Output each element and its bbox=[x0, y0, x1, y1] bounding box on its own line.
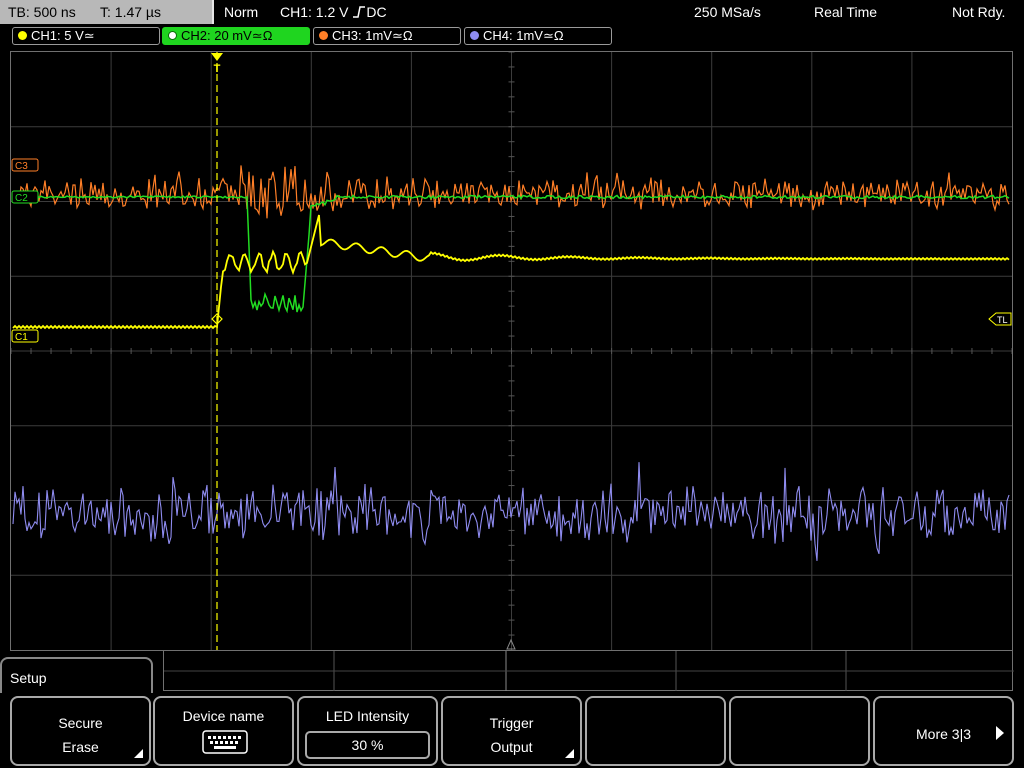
submenu-indicator-icon bbox=[565, 749, 574, 758]
trigger-source[interactable]: CH1: 1.2 V DC bbox=[280, 4, 387, 20]
ch1-offset-marker[interactable]: C1 bbox=[11, 329, 39, 343]
empty-softkey-5[interactable] bbox=[585, 696, 726, 766]
channel-tab-ch4[interactable]: CH4: 1mV≃Ω bbox=[464, 27, 612, 45]
rising-edge-icon bbox=[353, 6, 366, 18]
acquisition-state: Not Rdy. bbox=[952, 4, 1006, 20]
channel-tab-ch2[interactable]: CH2: 20 mV≃Ω bbox=[162, 27, 310, 45]
channel-tab-ch1[interactable]: CH1: 5 V≃ bbox=[12, 27, 160, 45]
ch3-offset-marker[interactable]: C3 bbox=[11, 158, 39, 172]
trigger-time-value: T: 1.47 µs bbox=[100, 4, 161, 20]
led-intensity-button[interactable]: LED Intensity 30 % bbox=[297, 696, 438, 766]
ch2-offset-marker[interactable]: C2 bbox=[11, 190, 39, 204]
ch3-color-dot bbox=[319, 31, 328, 40]
empty-softkey-6[interactable] bbox=[729, 696, 870, 766]
timebase-box[interactable]: TB: 500 ns T: 1.47 µs bbox=[0, 0, 214, 24]
svg-text:C2: C2 bbox=[15, 193, 28, 204]
svg-text:C3: C3 bbox=[15, 161, 28, 172]
acquisition-mode: Real Time bbox=[814, 4, 878, 20]
trigger-mode[interactable]: Norm bbox=[224, 4, 258, 20]
trigger-output-button[interactable]: Trigger Output bbox=[441, 696, 582, 766]
trigger-position-label: T bbox=[214, 63, 221, 75]
submenu-indicator-icon bbox=[134, 749, 143, 758]
waveform-canvas: T C3 C2 C1 TL bbox=[11, 52, 1012, 650]
more-menu-button[interactable]: More 3|3 bbox=[873, 696, 1014, 766]
zoom-grid bbox=[164, 651, 1014, 691]
svg-text:TL: TL bbox=[997, 315, 1008, 325]
channel-tab-ch3[interactable]: CH3: 1mV≃Ω bbox=[313, 27, 461, 45]
keyboard-icon bbox=[202, 730, 248, 754]
softkey-bar: Secure Erase Device name LED Intensity 3… bbox=[0, 693, 1024, 768]
led-intensity-value: 30 % bbox=[305, 731, 430, 759]
timebase-value: TB: 500 ns bbox=[8, 4, 76, 20]
device-name-button[interactable]: Device name bbox=[153, 696, 294, 766]
zoom-strip bbox=[163, 651, 1014, 691]
waveform-display[interactable]: T C3 C2 C1 TL bbox=[10, 51, 1013, 651]
secure-erase-button[interactable]: Secure Erase bbox=[10, 696, 151, 766]
svg-text:C1: C1 bbox=[15, 332, 28, 343]
status-bar: TB: 500 ns T: 1.47 µs Norm CH1: 1.2 V DC… bbox=[0, 0, 1024, 24]
sample-rate: 250 MSa/s bbox=[694, 4, 761, 20]
trigger-level-marker[interactable]: TL bbox=[988, 312, 1012, 326]
ch4-color-dot bbox=[470, 31, 479, 40]
graticule bbox=[11, 52, 1012, 650]
ch2-color-dot bbox=[168, 31, 177, 40]
next-page-icon bbox=[996, 726, 1004, 740]
ch1-color-dot bbox=[18, 31, 27, 40]
trigger-coupling: DC bbox=[366, 4, 387, 20]
menu-title: Setup bbox=[10, 670, 47, 686]
